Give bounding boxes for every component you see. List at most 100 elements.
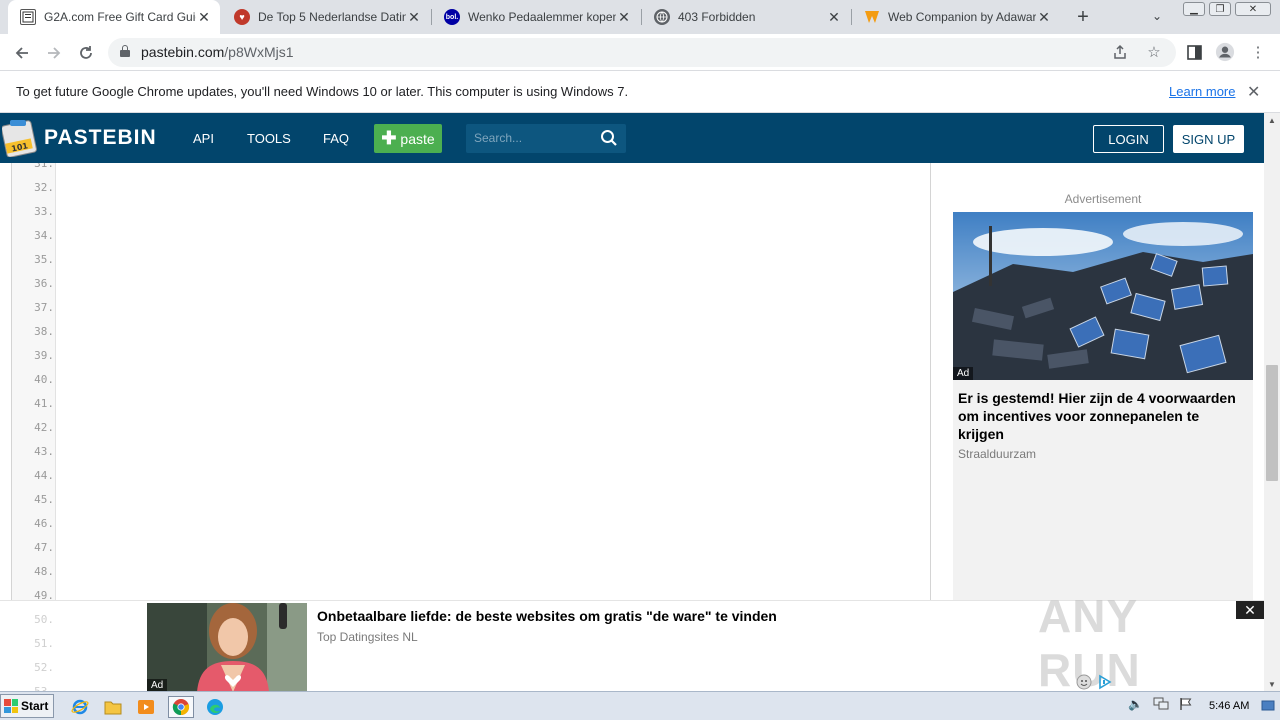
close-icon[interactable]: ✕: [406, 9, 422, 25]
line-number: 47.: [34, 541, 54, 554]
pastebin-logo-icon[interactable]: 101: [1, 117, 38, 158]
code-box[interactable]: 31. 32. 33. 34. 35. 36. 37. 38. 39. 40. 41. 42. 43. 4…: [11, 163, 931, 600]
restore-button[interactable]: ❐: [1209, 2, 1231, 16]
pastebin-favicon-icon: [20, 9, 36, 25]
line-number: 42.: [34, 421, 54, 434]
overlay-line-numbers: 50.51.52.53.: [12, 601, 56, 698]
close-ad-button[interactable]: ✕: [1236, 601, 1264, 619]
menu-kebab-icon[interactable]: ⋮: [1248, 42, 1268, 62]
solar-panels-ad-image[interactable]: Ad: [953, 212, 1253, 380]
line-number: 51.: [34, 637, 54, 650]
start-button[interactable]: Start: [0, 694, 54, 718]
file-explorer-icon[interactable]: [102, 696, 124, 718]
line-number: 40.: [34, 373, 54, 386]
tab-adaware[interactable]: Web Companion by Adaware - ✕: [852, 0, 1060, 34]
scroll-up-arrow[interactable]: ▲: [1264, 113, 1280, 127]
infobar-message: To get future Google Chrome updates, you…: [16, 84, 629, 99]
tab-label: De Top 5 Nederlandse Datingsi: [258, 10, 406, 24]
nav-tools[interactable]: TOOLS: [247, 131, 291, 146]
bookmark-star-icon[interactable]: ☆: [1144, 42, 1164, 62]
globe-icon: [654, 9, 670, 25]
address-bar[interactable]: pastebin.com/p8WxMjs1 ☆: [108, 38, 1176, 67]
media-player-icon[interactable]: [135, 696, 157, 718]
nav-api[interactable]: API: [193, 131, 214, 146]
scroll-down-arrow[interactable]: ▼: [1264, 677, 1280, 691]
search-input[interactable]: Search...: [466, 124, 626, 153]
line-number: 49.: [34, 589, 54, 600]
tab-label: G2A.com Free Gift Card Guide: [44, 10, 196, 24]
reload-button[interactable]: [74, 41, 98, 65]
line-number: 35.: [34, 253, 54, 266]
line-number: 39.: [34, 349, 54, 362]
lock-icon[interactable]: [120, 45, 130, 57]
paste-content: 31. 32. 33. 34. 35. 36. 37. 38. 39. 40. 41. 42. 43. 4…: [0, 163, 1264, 600]
minimize-button[interactable]: ▁: [1183, 2, 1205, 16]
volume-icon[interactable]: 🔈: [1128, 697, 1143, 711]
plus-icon: ✚: [381, 128, 397, 148]
new-tab-button[interactable]: +: [1072, 6, 1094, 28]
line-number-gutter: 31. 32. 33. 34. 35. 36. 37. 38. 39. 40. 41. 42. 43. 4…: [12, 163, 56, 600]
bottom-ad-title[interactable]: Onbetaalbare liefde: de beste websites o…: [317, 608, 777, 624]
share-icon[interactable]: [1110, 42, 1130, 62]
bottom-sticky-ad[interactable]: 50.51.52.53. Ad Onbetaalbare liefde: de …: [0, 590, 1264, 698]
side-ad-source[interactable]: Straalduurzam: [958, 447, 1036, 461]
line-number: 41.: [34, 397, 54, 410]
action-center-flag-icon[interactable]: [1179, 697, 1193, 714]
close-icon[interactable]: ✕: [196, 9, 212, 25]
search-placeholder: Search...: [474, 131, 523, 145]
nav-faq[interactable]: FAQ: [323, 131, 349, 146]
forward-button[interactable]: [42, 41, 66, 65]
line-number: 31.: [34, 163, 54, 170]
close-window-button[interactable]: ✕: [1235, 2, 1271, 16]
tab-g2a[interactable]: G2A.com Free Gift Card Guide ✕: [8, 0, 220, 34]
pastebin-brand[interactable]: PASTEBIN: [44, 126, 157, 150]
internet-explorer-icon[interactable]: [69, 696, 91, 718]
scroll-thumb[interactable]: [1266, 365, 1278, 481]
tab-dating[interactable]: ♥ De Top 5 Nederlandse Datingsi ✕: [222, 0, 430, 34]
line-number: 38.: [34, 325, 54, 338]
bol-favicon-icon: bol.: [444, 9, 460, 25]
bottom-ad-source[interactable]: Top Datingsites NL: [317, 630, 418, 644]
tab-403[interactable]: 403 Forbidden ✕: [642, 0, 850, 34]
line-number: 46.: [34, 517, 54, 530]
tab-label: Web Companion by Adaware -: [888, 10, 1036, 24]
line-number: 45.: [34, 493, 54, 506]
login-button[interactable]: LOGIN: [1093, 125, 1164, 153]
line-number: 43.: [34, 445, 54, 458]
page-scrollbar[interactable]: ▲ ▼: [1264, 113, 1280, 691]
line-number: 36.: [34, 277, 54, 290]
dating-ad-image[interactable]: Ad: [147, 603, 307, 692]
adchoices-icon[interactable]: [1076, 674, 1092, 690]
network-icon[interactable]: [1153, 697, 1169, 714]
paste-label: paste: [400, 130, 435, 147]
new-paste-button[interactable]: ✚ paste: [374, 124, 442, 153]
anyrun-watermark: ANY RUN: [1038, 590, 1141, 696]
chevron-down-icon[interactable]: ⌄: [1152, 9, 1168, 25]
side-ad-headline[interactable]: Er is gestemd! Hier zijn de 4 voorwaarde…: [958, 389, 1248, 443]
chrome-icon[interactable]: [168, 696, 194, 718]
close-icon[interactable]: ✕: [1247, 82, 1260, 102]
edge-icon[interactable]: [204, 696, 226, 718]
tab-strip: G2A.com Free Gift Card Guide ✕ ♥ De Top …: [0, 0, 1280, 34]
show-desktop-icon[interactable]: [1261, 700, 1275, 715]
line-number: 44.: [34, 469, 54, 482]
url-text: pastebin.com/p8WxMjs1: [141, 44, 294, 60]
close-icon[interactable]: ✕: [1036, 9, 1052, 25]
line-number: 37.: [34, 301, 54, 314]
adaware-favicon-icon: [864, 9, 880, 25]
signup-button[interactable]: SIGN UP: [1173, 125, 1244, 153]
tab-label: 403 Forbidden: [678, 10, 756, 24]
start-label: Start: [21, 699, 49, 713]
close-icon[interactable]: ✕: [826, 9, 842, 25]
tab-bol[interactable]: bol. Wenko Pedaalemmer kopen? A ✕: [432, 0, 640, 34]
close-icon[interactable]: ✕: [616, 9, 632, 25]
learn-more-link[interactable]: Learn more: [1169, 84, 1235, 99]
back-button[interactable]: [10, 41, 34, 65]
side-ad-card[interactable]: Ad Er is gestemd! Hier zijn de 4 voorwaa…: [953, 212, 1253, 600]
line-number: 34.: [34, 229, 54, 242]
search-icon[interactable]: [600, 129, 618, 147]
side-panel-icon[interactable]: [1184, 42, 1204, 62]
profile-avatar-icon[interactable]: [1215, 42, 1235, 62]
tab-label: Wenko Pedaalemmer kopen? A: [468, 10, 616, 24]
adchoices-triangle-icon[interactable]: [1097, 674, 1113, 690]
